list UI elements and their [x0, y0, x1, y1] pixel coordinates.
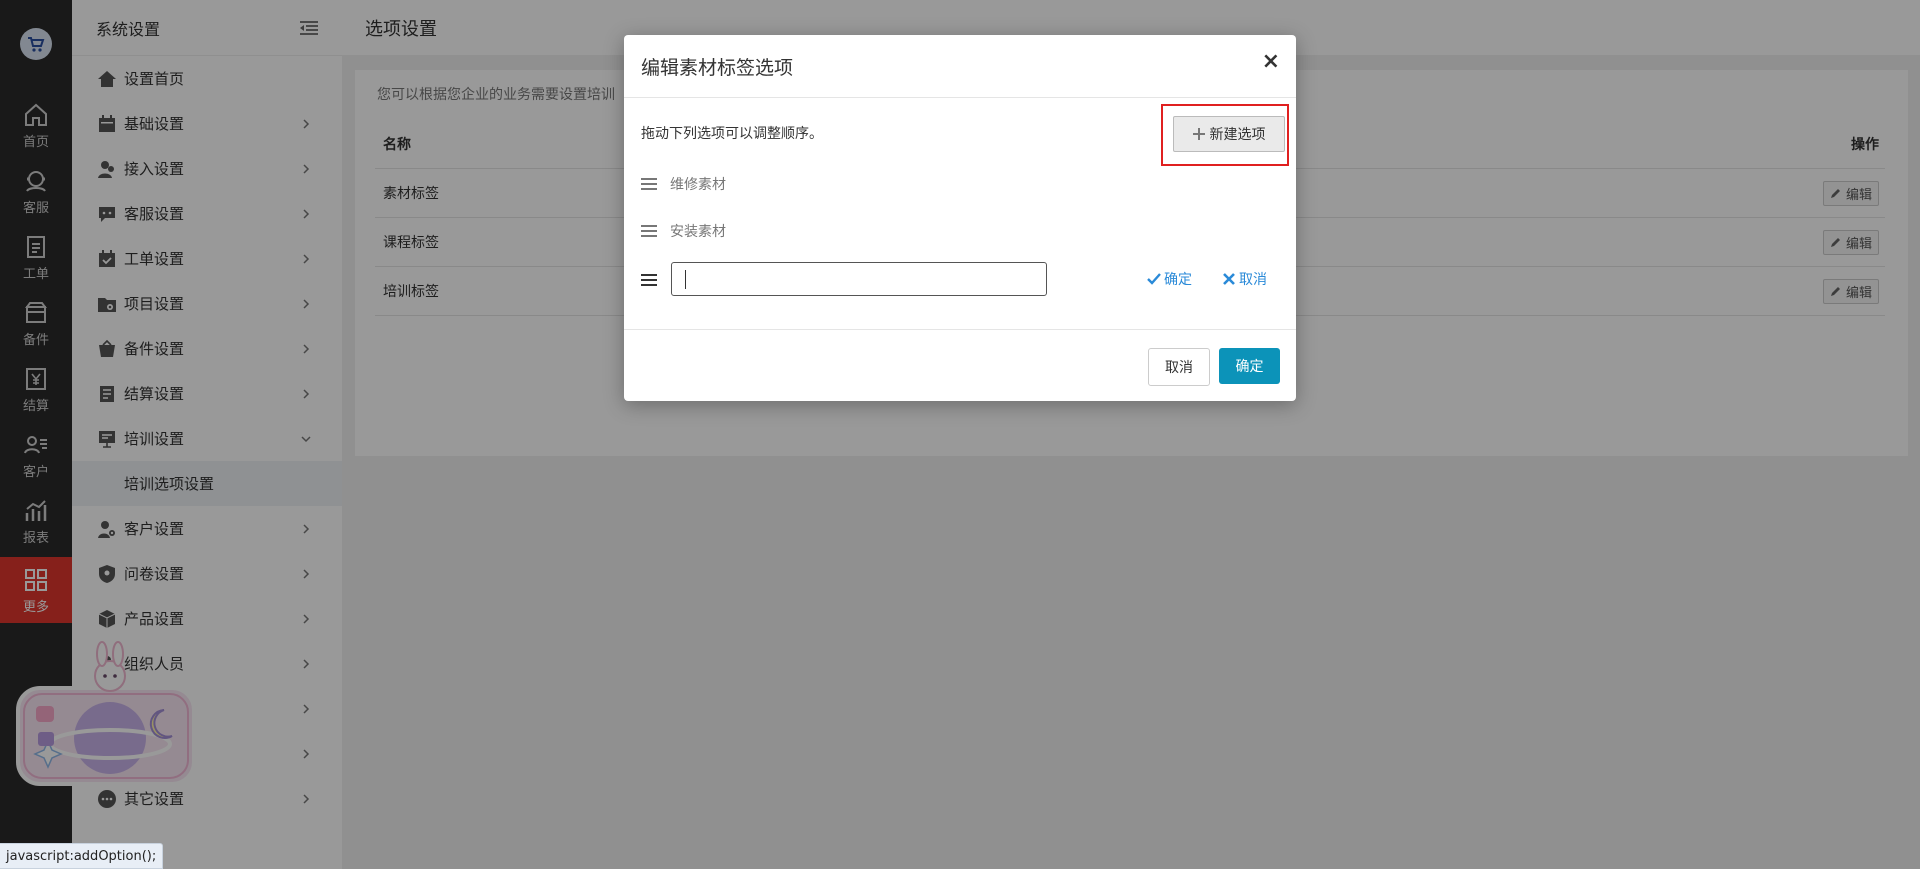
- plus-icon: [1192, 128, 1205, 140]
- text-cursor: [685, 270, 686, 289]
- confirm-option-link[interactable]: 确定: [1147, 269, 1192, 289]
- option-label: 维修素材: [670, 177, 726, 193]
- drag-handle-icon[interactable]: [641, 273, 657, 287]
- drag-handle-icon[interactable]: [641, 224, 657, 238]
- cancel-option-link[interactable]: 取消: [1223, 269, 1267, 289]
- cancel-button[interactable]: 取消: [1148, 348, 1210, 386]
- new-option-row: 确定 取消: [641, 262, 1281, 298]
- confirm-button[interactable]: 确定: [1219, 348, 1280, 384]
- dialog-description: 拖动下列选项可以调整顺序。: [641, 126, 823, 142]
- close-icon[interactable]: ×: [1262, 49, 1280, 74]
- option-item[interactable]: 维修素材: [641, 174, 726, 194]
- option-name-input[interactable]: [671, 262, 1047, 296]
- browser-status-bar: javascript:addOption();: [0, 843, 164, 869]
- dialog-header: 编辑素材标签选项: [624, 35, 1296, 98]
- option-label: 安装素材: [670, 224, 726, 240]
- option-item[interactable]: 安装素材: [641, 221, 726, 241]
- edit-options-dialog: 编辑素材标签选项 × 拖动下列选项可以调整顺序。 新建选项 维修素材 安装素材 …: [624, 35, 1296, 401]
- dialog-title: 编辑素材标签选项: [641, 56, 794, 79]
- x-icon: [1223, 273, 1235, 285]
- drag-handle-icon[interactable]: [641, 177, 657, 191]
- new-option-button[interactable]: 新建选项: [1173, 116, 1285, 152]
- check-icon: [1147, 273, 1161, 285]
